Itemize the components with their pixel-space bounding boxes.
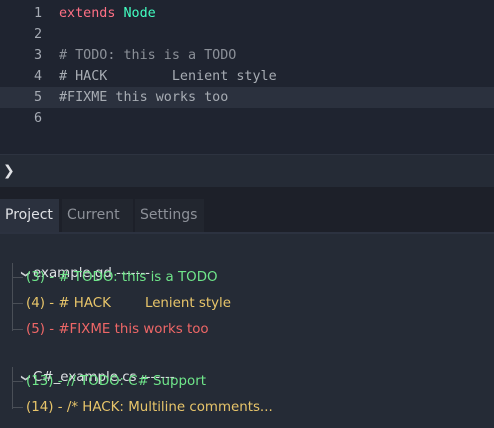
tree-item-hack[interactable]: (4) - # HACK Lenient style — [26, 293, 231, 315]
line-number: 2 — [33, 27, 42, 42]
code-editor[interactable]: 1 extends Node 2 3 # TODO: this is a TOD… — [0, 0, 494, 154]
tree-item-todo[interactable]: (3) - # TODO: this is a TODO — [26, 267, 218, 289]
tree-guide-line — [12, 329, 23, 330]
bottom-panel-toggle-bar: ❯ — [0, 154, 494, 187]
comment-text: #FIXME this works too — [59, 90, 229, 105]
line-number: 3 — [33, 48, 42, 63]
line-number: 6 — [33, 111, 42, 126]
panel-separator — [0, 187, 494, 199]
tab-project[interactable]: Project — [0, 199, 59, 232]
line-number: 1 — [33, 6, 42, 21]
tree-guide-line — [12, 303, 23, 304]
line-number: 5 — [33, 90, 42, 105]
tree-item-hack[interactable]: (14) - /* HACK: Multiline comments... — [26, 397, 273, 419]
tree-item-todo[interactable]: (13) - // TODO: C# Support — [26, 371, 206, 393]
code-line-5-current[interactable]: 5 #FIXME this works too — [0, 87, 494, 108]
tree-file-example-gd[interactable]: ❯ example.gd ------- — [0, 241, 150, 281]
code-line-2[interactable]: 2 — [0, 24, 494, 45]
comment-text: # HACK Lenient style — [59, 69, 277, 84]
line-number: 4 — [33, 69, 42, 84]
comment-text: # TODO: this is a TODO — [59, 48, 237, 63]
tree-item-fixme[interactable]: (5) - #FIXME this works too — [26, 319, 209, 341]
tab-current[interactable]: Current — [62, 199, 133, 232]
code-line-1[interactable]: 1 extends Node — [0, 3, 494, 24]
todo-tab-bar: Project Current Settings — [0, 199, 494, 232]
tree-file-csharp-example[interactable]: ❯ C#_example.cs ------- — [0, 345, 175, 385]
todo-tree[interactable]: ❯ example.gd ------- (3) - # TODO: this i… — [0, 232, 494, 428]
extends-keyword: extends — [59, 6, 116, 21]
tree-guide-line — [12, 407, 23, 408]
code-line-6[interactable]: 6 — [0, 108, 494, 129]
tab-settings[interactable]: Settings — [135, 199, 204, 232]
type-name: Node — [123, 6, 156, 21]
chevron-right-icon[interactable]: ❯ — [3, 162, 19, 180]
code-line-4[interactable]: 4 # HACK Lenient style — [0, 66, 494, 87]
code-line-3[interactable]: 3 # TODO: this is a TODO — [0, 45, 494, 66]
